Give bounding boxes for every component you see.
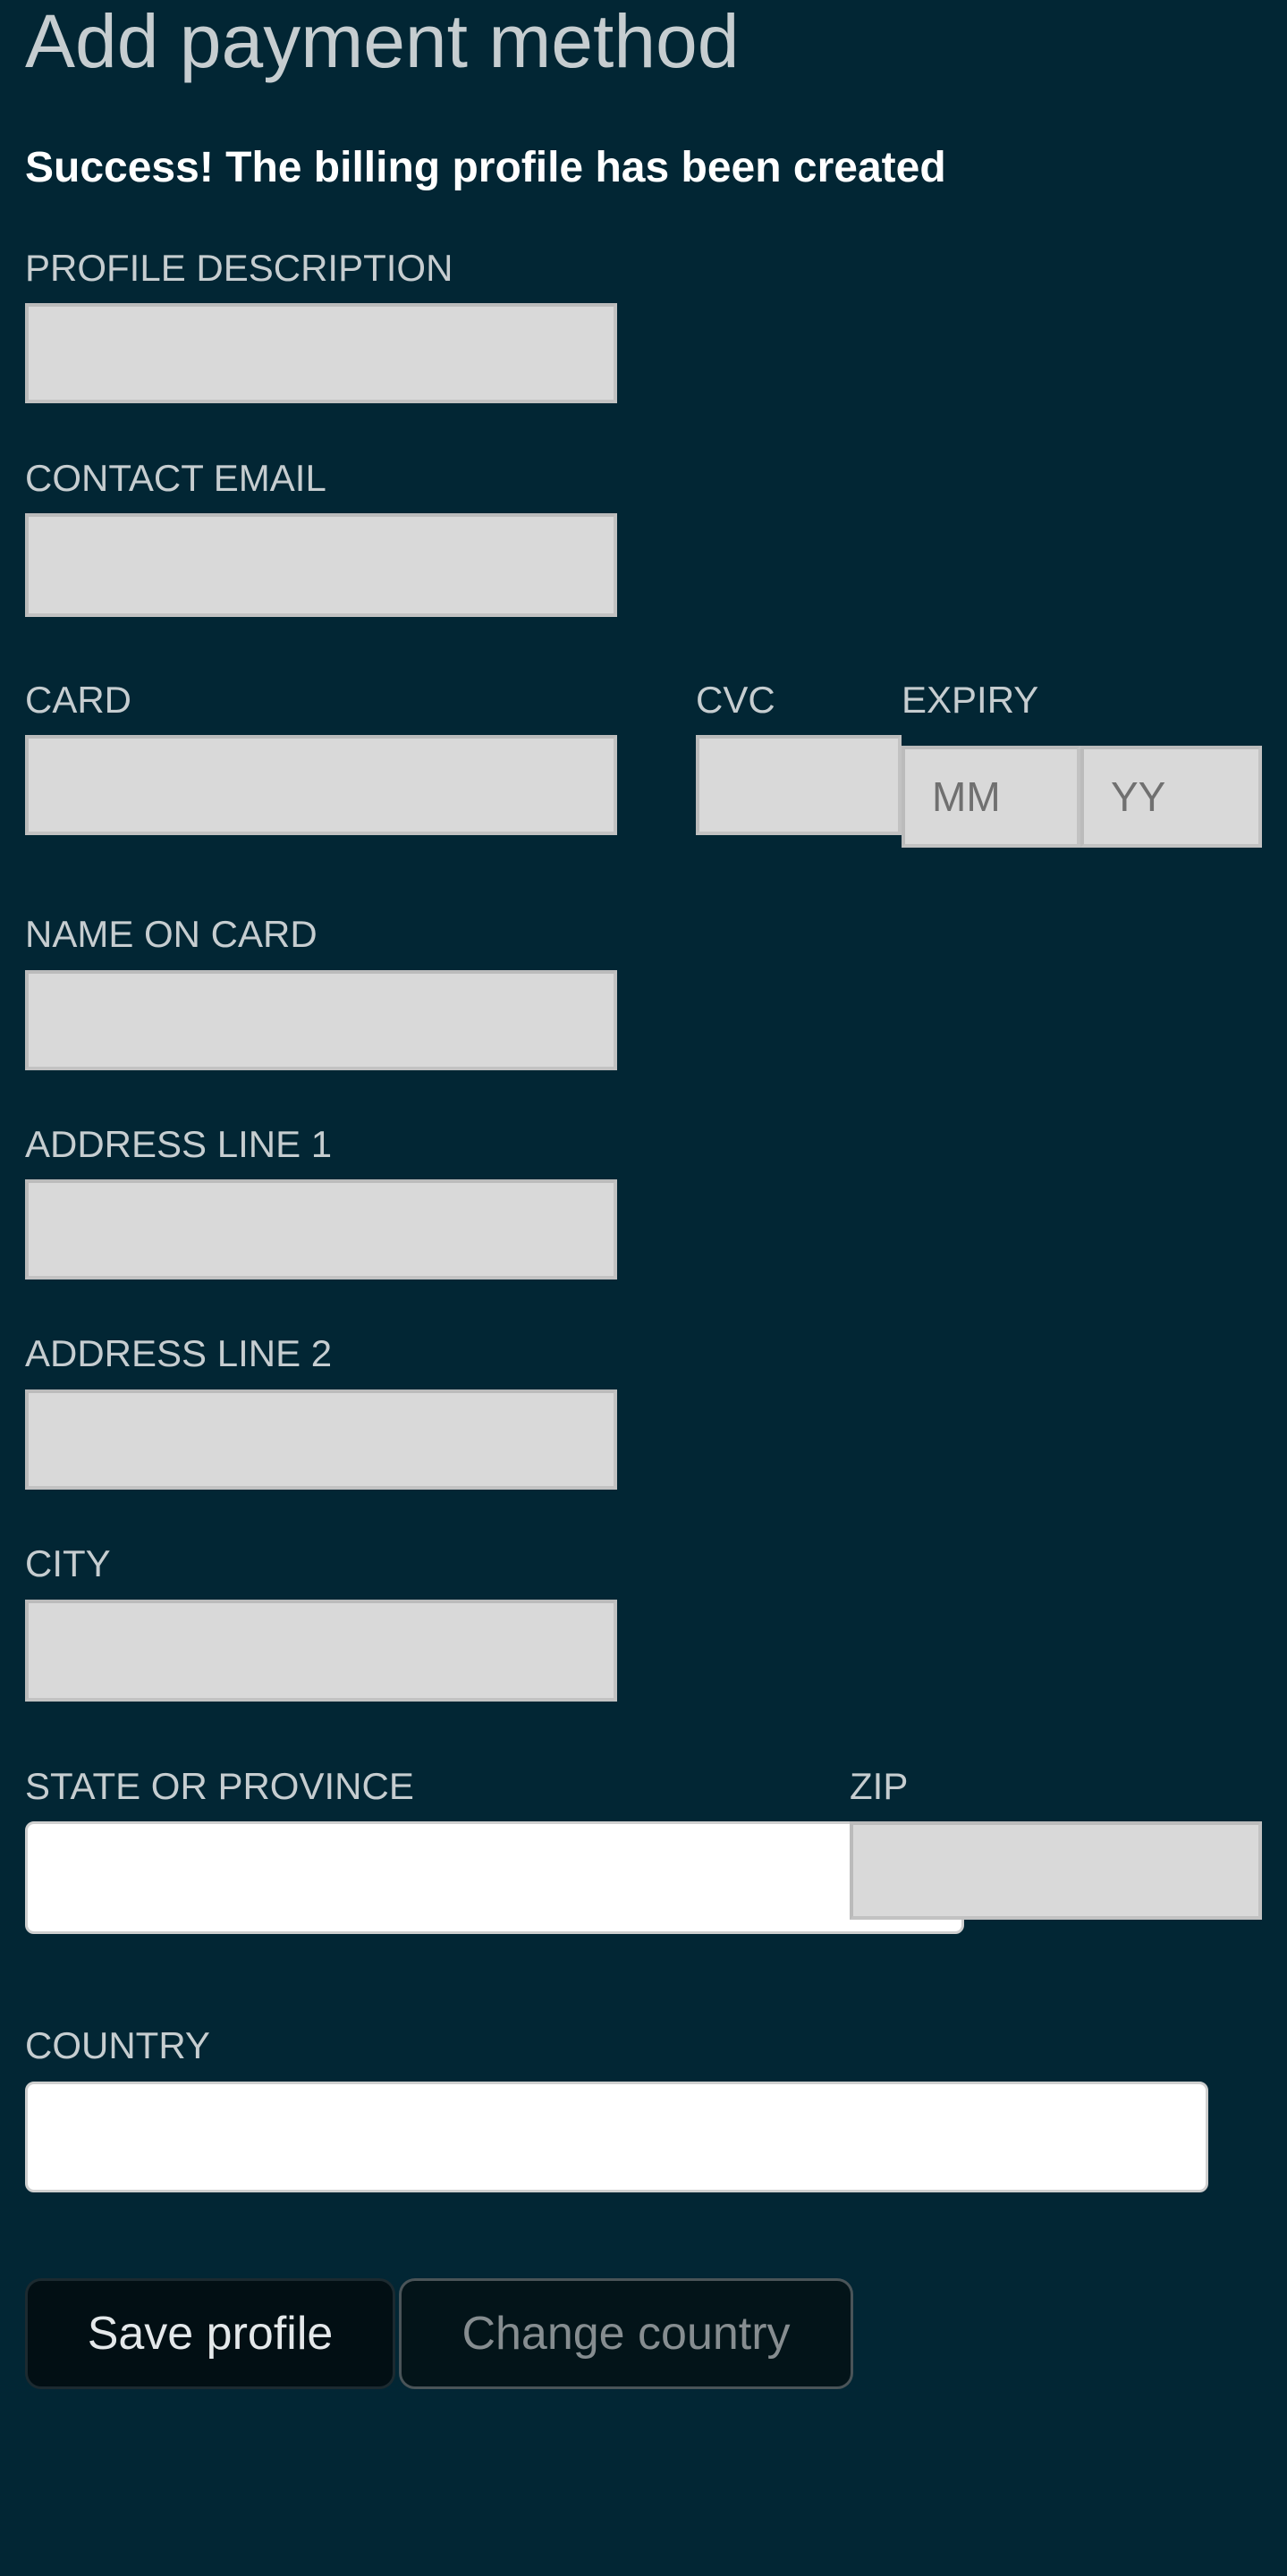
- address-line-2-field[interactable]: [25, 1389, 617, 1490]
- change-country-button[interactable]: Change country: [399, 2278, 853, 2389]
- city-label: CITY: [25, 1542, 111, 1584]
- address-line-1-label: ADDRESS LINE 1: [25, 1123, 333, 1165]
- expiry-month-field[interactable]: [902, 746, 1080, 848]
- name-on-card-label: NAME ON CARD: [25, 913, 318, 955]
- state-or-province-select[interactable]: [25, 1821, 964, 1934]
- cvc-field[interactable]: [696, 735, 902, 835]
- profile-description-field[interactable]: [25, 303, 617, 403]
- profile-description-label: PROFILE DESCRIPTION: [25, 247, 453, 289]
- card-label: CARD: [25, 679, 132, 721]
- expiry-year-field[interactable]: [1080, 746, 1262, 848]
- state-or-province-label: STATE OR PROVINCE: [25, 1765, 414, 1807]
- name-on-card-field[interactable]: [25, 970, 617, 1070]
- country-select[interactable]: [25, 2082, 1208, 2192]
- card-number-field[interactable]: [25, 735, 617, 835]
- zip-label: ZIP: [850, 1765, 909, 1807]
- expiry-label: EXPIRY: [902, 679, 1039, 721]
- country-label: COUNTRY: [25, 2024, 210, 2066]
- contact-email-field[interactable]: [25, 513, 617, 617]
- save-profile-button[interactable]: Save profile: [25, 2278, 395, 2389]
- cvc-label: CVC: [696, 679, 775, 721]
- add-payment-method-page: Add payment method Success! The billing …: [0, 0, 1287, 2576]
- address-line-1-field[interactable]: [25, 1179, 617, 1280]
- page-title: Add payment method: [25, 0, 740, 83]
- zip-field[interactable]: [850, 1821, 1262, 1920]
- success-message: Success! The billing profile has been cr…: [25, 144, 946, 191]
- contact-email-label: CONTACT EMAIL: [25, 457, 326, 499]
- address-line-2-label: ADDRESS LINE 2: [25, 1332, 333, 1374]
- city-field[interactable]: [25, 1600, 617, 1702]
